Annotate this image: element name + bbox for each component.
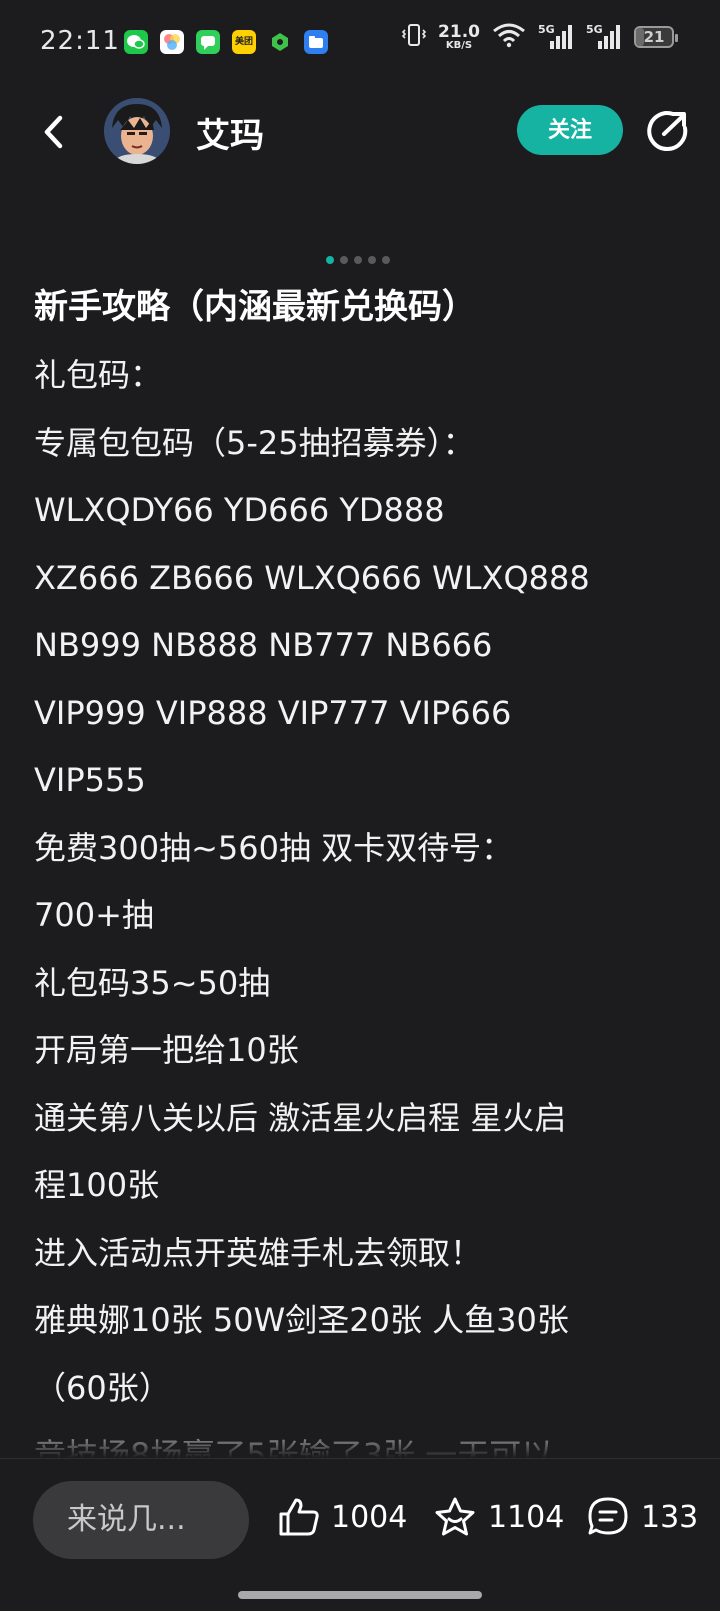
post-body-line: 礼包码35~50抽 bbox=[34, 963, 271, 1002]
post-header: 艾玛 关注 bbox=[0, 88, 720, 178]
status-bar: 22:11 美团 21.0 KB/S 5G 5G 21 bbox=[0, 0, 720, 88]
signal-5g-icon-2: 5G bbox=[586, 23, 622, 51]
photos-icon bbox=[160, 30, 184, 54]
comment-bubble-icon bbox=[588, 1497, 628, 1535]
comment-count: 133 bbox=[641, 1499, 699, 1535]
pagination-dot bbox=[368, 256, 376, 264]
content-fade bbox=[0, 1418, 720, 1458]
like-button[interactable]: 1004 bbox=[277, 1495, 407, 1539]
author-name[interactable]: 艾玛 bbox=[196, 108, 264, 157]
signal-5g-icon-1: 5G bbox=[538, 23, 574, 51]
network-speed-value: 21.0 bbox=[438, 21, 480, 42]
like-count: 1004 bbox=[331, 1499, 408, 1535]
wifi-icon bbox=[492, 22, 526, 52]
messages-icon bbox=[196, 30, 220, 54]
post-body-line: NB999 NB888 NB777 NB666 bbox=[34, 626, 493, 664]
share-icon bbox=[647, 111, 688, 152]
thumbs-up-icon bbox=[279, 1498, 319, 1536]
post-body-line: 通关第八关以后 激活星火启程 星火启 bbox=[34, 1098, 567, 1137]
post-body-line: 礼包码： bbox=[34, 356, 163, 394]
notification-icons: 美团 bbox=[124, 30, 328, 54]
meituan-icon: 美团 bbox=[232, 30, 256, 54]
post-content: 新手攻略（内涵最新兑换码） 礼包码： 专属包包码（5-25抽招募券）： WLXQDY… bbox=[34, 276, 694, 1458]
post-body-line: VIP999 VIP888 VIP777 VIP666 bbox=[34, 693, 512, 732]
post-body-line: 进入活动点开英雄手札去领取！ bbox=[34, 1233, 483, 1272]
post-body-line: WLXQDY66 YD666 YD888 bbox=[34, 491, 445, 529]
bottom-action-bar: 来说几... 1004 1104 133 bbox=[0, 1458, 720, 1611]
status-time: 22:11 bbox=[40, 26, 120, 56]
pagination-dot-active bbox=[326, 256, 334, 264]
post-body-line: 免费300抽~560抽 双卡双待号： bbox=[34, 828, 514, 867]
post-body-line: 专属包包码（5-25抽招募券）： bbox=[34, 423, 475, 462]
comment-input[interactable]: 来说几... bbox=[33, 1481, 249, 1559]
post-body-line: XZ666 ZB666 WLXQ666 WLXQ888 bbox=[34, 558, 590, 597]
chevron-left-icon bbox=[44, 115, 63, 149]
image-pagination bbox=[326, 256, 390, 264]
post-body: 礼包码： 专属包包码（5-25抽招募券）： WLXQDY66 YD666 YD888… bbox=[34, 342, 694, 1458]
battery-level: 21 bbox=[643, 28, 665, 46]
vibrate-icon bbox=[401, 22, 427, 52]
pagination-dot bbox=[354, 256, 362, 264]
favorite-button[interactable]: 1104 bbox=[432, 1495, 564, 1539]
post-body-line: 雅典娜10张 50W剑圣20张 人鱼30张 bbox=[34, 1301, 569, 1339]
post-body-line: 程100张 bbox=[34, 1166, 160, 1204]
status-indicators: 21.0 KB/S 5G 5G 21 bbox=[401, 21, 678, 52]
files-icon bbox=[304, 30, 328, 54]
follow-button[interactable]: 关注 bbox=[517, 105, 623, 155]
pagination-dot bbox=[382, 256, 390, 264]
post-body-line: （60张） bbox=[34, 1368, 171, 1407]
network-speed: 21.0 KB/S bbox=[438, 21, 480, 51]
post-body-line: 700+抽 bbox=[34, 896, 154, 934]
author-avatar[interactable] bbox=[104, 98, 170, 164]
green-app-icon bbox=[268, 30, 292, 54]
post-body-line: 开局第一把给10张 bbox=[34, 1031, 299, 1069]
back-button[interactable] bbox=[30, 108, 78, 156]
post-body-line: VIP555 bbox=[34, 761, 146, 799]
pagination-dot bbox=[340, 256, 348, 264]
share-button[interactable] bbox=[642, 106, 692, 156]
avatar-illustration bbox=[104, 98, 170, 164]
favorite-count: 1104 bbox=[488, 1499, 565, 1535]
home-indicator[interactable] bbox=[238, 1591, 482, 1599]
comment-button[interactable]: 133 bbox=[585, 1495, 698, 1539]
wechat-icon bbox=[124, 30, 148, 54]
battery-icon: 21 bbox=[634, 26, 678, 48]
network-speed-unit: KB/S bbox=[445, 39, 473, 51]
post-title: 新手攻略（内涵最新兑换码） bbox=[34, 287, 476, 327]
star-icon bbox=[435, 1497, 475, 1536]
